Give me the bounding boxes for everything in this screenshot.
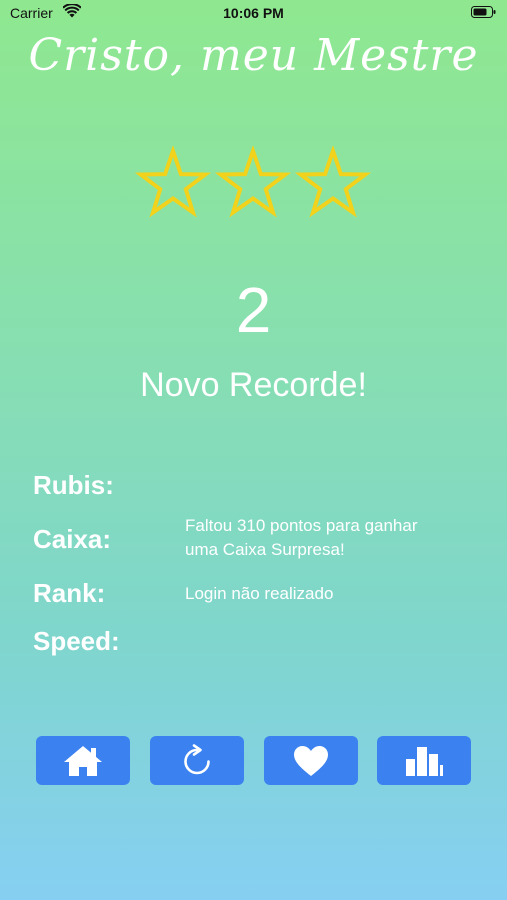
home-icon: [64, 745, 102, 776]
app-title: Cristo, meu Mestre: [28, 30, 479, 81]
star-rating: [135, 146, 371, 218]
rank-value: Login não realizado: [185, 584, 334, 603]
ranking-button[interactable]: [377, 736, 471, 785]
rank-label: Rank:: [33, 578, 106, 608]
caixa-value-line2: uma Caixa Surpresa!: [185, 540, 345, 559]
favorite-button[interactable]: [264, 736, 358, 785]
speed-label: Speed:: [33, 626, 120, 656]
score-value: 2: [235, 274, 272, 346]
home-button[interactable]: [36, 736, 130, 785]
star-icon: [294, 146, 371, 218]
battery-icon: [471, 6, 496, 18]
star-icon: [214, 146, 292, 218]
caixa-label: Caixa:: [33, 524, 112, 554]
star-icon: [135, 146, 212, 218]
caixa-value-line1: Faltou 310 pontos para ganhar: [185, 516, 418, 535]
new-record-message: Novo Recorde!: [140, 366, 367, 404]
heart-icon: [294, 745, 328, 776]
rubis-label: Rubis:: [33, 470, 114, 500]
restart-button[interactable]: [150, 736, 244, 785]
status-bar: Carrier 10:06 PM: [0, 0, 507, 28]
refresh-icon: [184, 743, 210, 774]
bar-chart-icon: [406, 746, 443, 776]
clock: 10:06 PM: [223, 5, 284, 21]
caixa-value: Faltou 310 pontos para ganhar uma Caixa …: [185, 514, 485, 562]
